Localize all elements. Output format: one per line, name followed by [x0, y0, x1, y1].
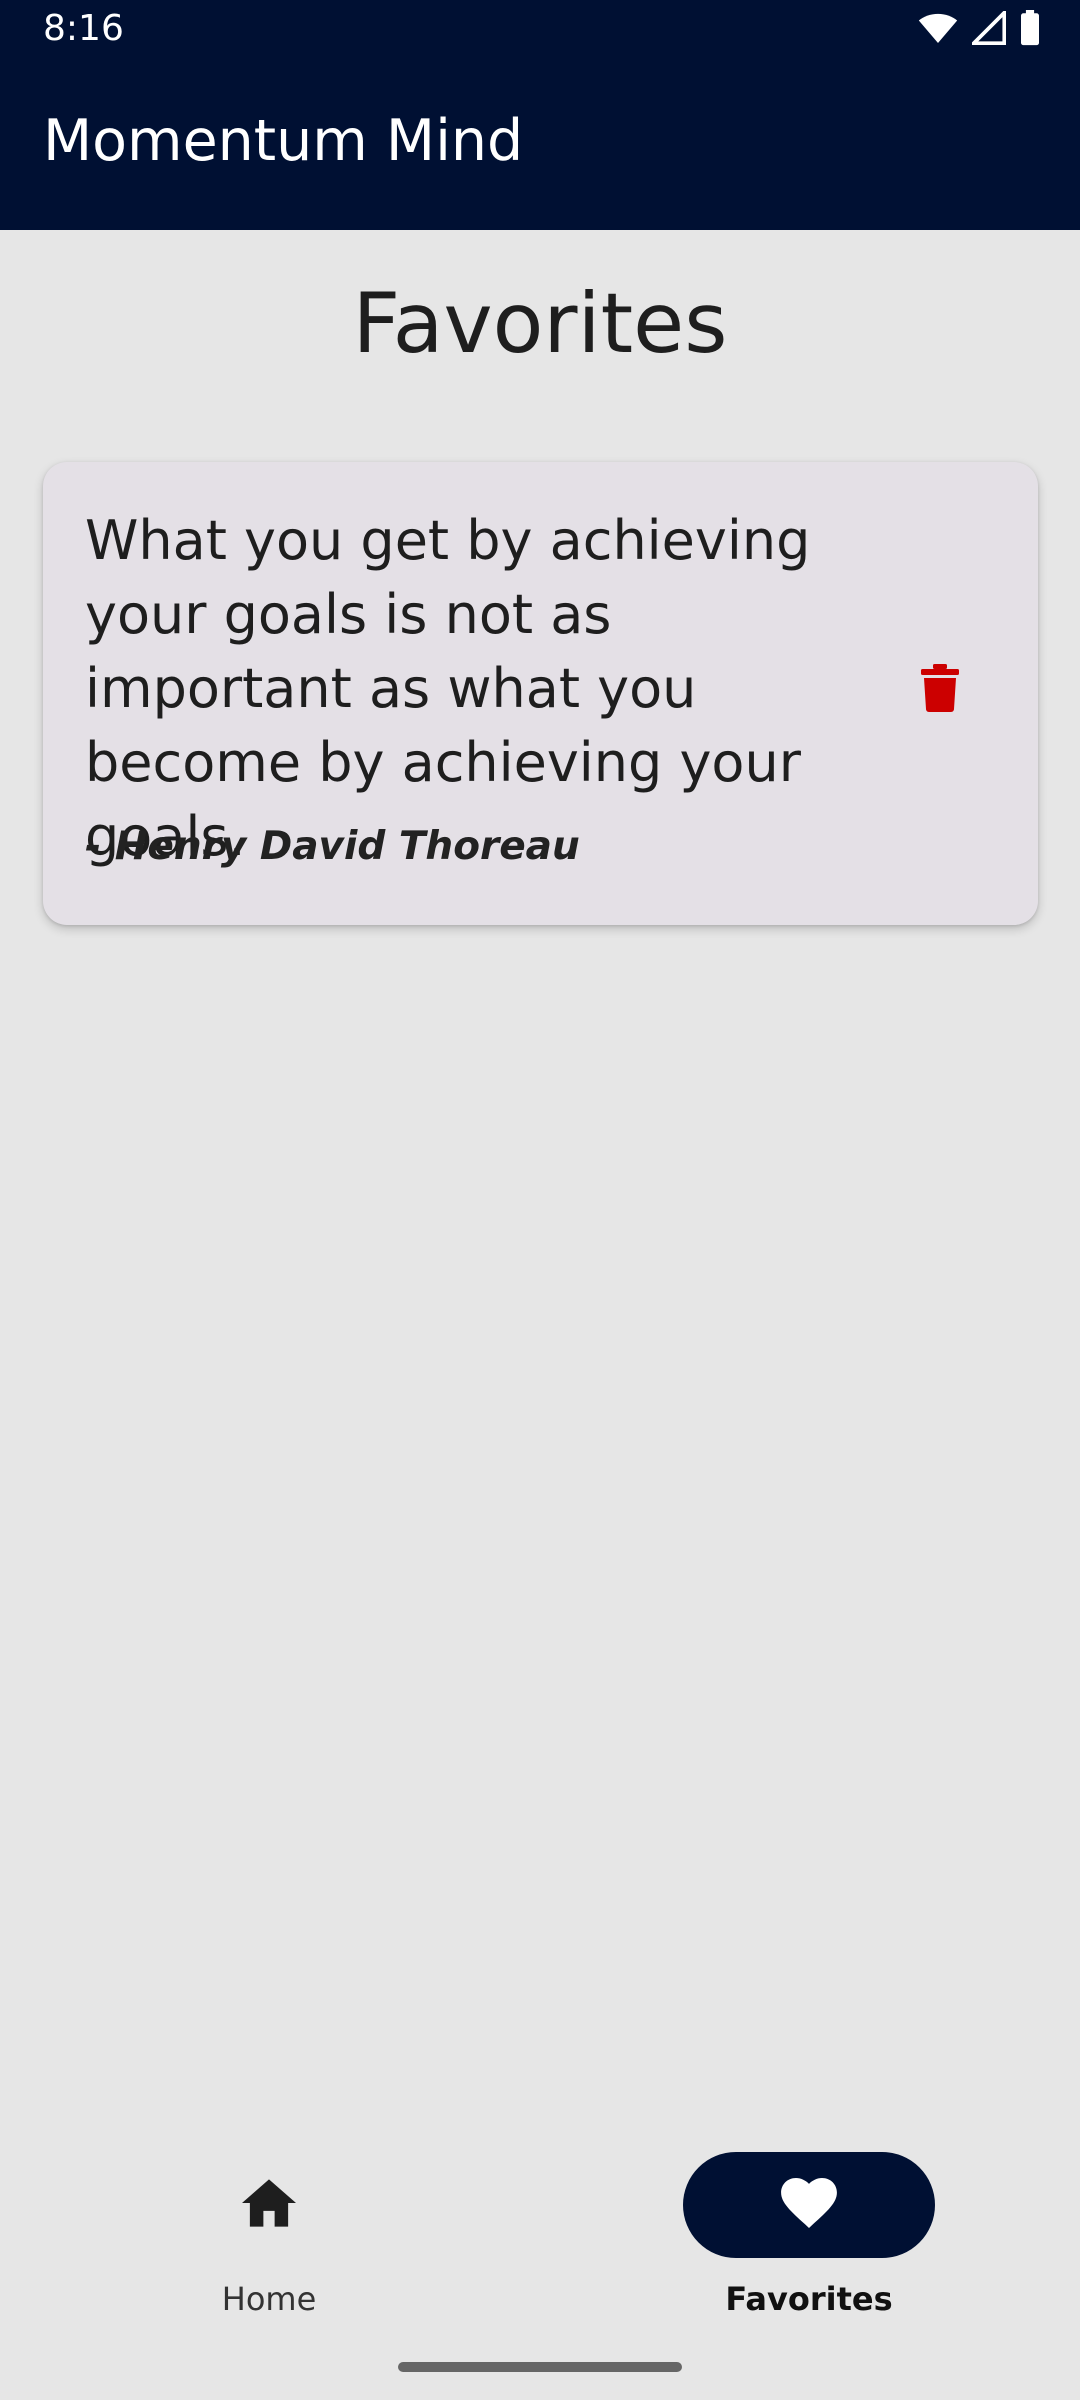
app-title: Momentum Mind [43, 108, 524, 174]
nav-label-favorites: Favorites [725, 2280, 893, 2318]
nav-pill-favorites [683, 2152, 935, 2258]
app-bar: Momentum Mind [0, 62, 1080, 230]
quote-text: What you get by achieving your goals is … [85, 509, 811, 868]
home-indicator[interactable] [398, 2362, 682, 2372]
heart-icon [781, 2177, 837, 2233]
home-icon [242, 2178, 296, 2232]
nav-item-favorites[interactable]: Favorites [683, 2152, 935, 2318]
favorite-quote-card: What you get by achieving your goals is … [43, 462, 1038, 925]
status-time: 8:16 [43, 8, 124, 49]
wifi-icon [918, 11, 958, 50]
quote-author: - Henry David Thoreau [85, 824, 580, 869]
nav-pill-home [143, 2152, 395, 2258]
nav-item-home[interactable]: Home [143, 2152, 395, 2318]
trash-icon [920, 663, 960, 717]
status-bar: 8:16 [0, 0, 1080, 62]
signal-icon [969, 8, 1007, 50]
battery-icon [1020, 10, 1040, 51]
delete-favorite-button[interactable] [910, 660, 970, 720]
status-icons [918, 8, 1040, 51]
bottom-navigation: Home Favorites [0, 2130, 1080, 2400]
page-title: Favorites [352, 275, 728, 372]
nav-label-home: Home [221, 2280, 317, 2318]
